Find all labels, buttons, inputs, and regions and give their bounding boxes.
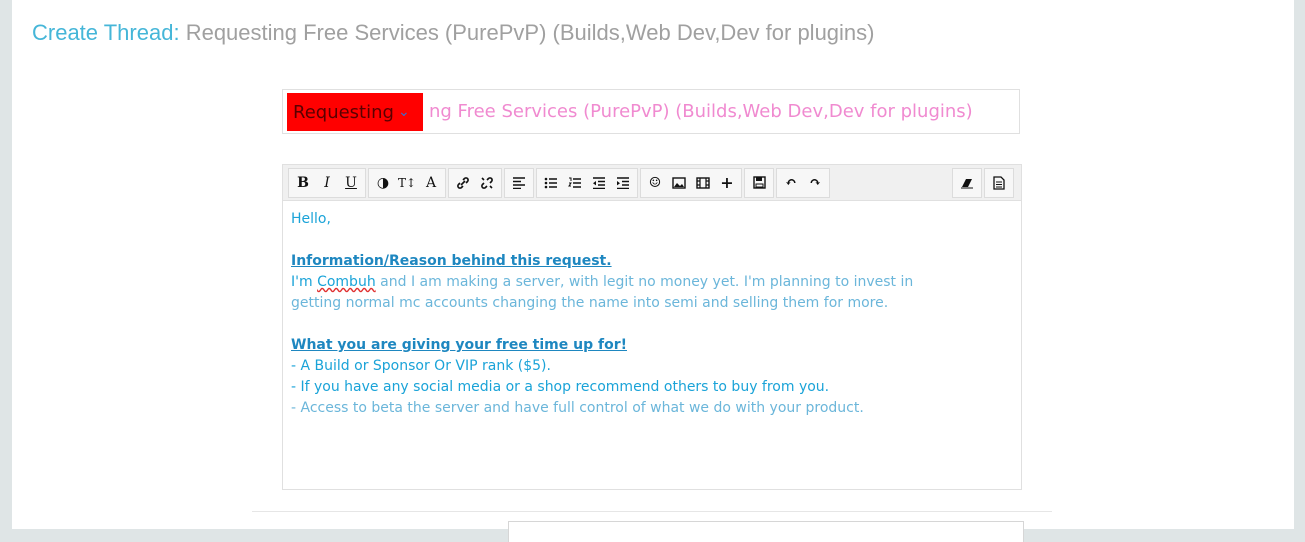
outdent-icon[interactable] <box>587 171 611 195</box>
italic-button[interactable]: I <box>315 171 339 195</box>
chevron-down-icon: ⌄ <box>397 104 410 120</box>
prefix-select-value: Requesting <box>293 101 394 123</box>
misspelled-word: Combuh <box>317 274 376 290</box>
toolbar-group-clear <box>952 167 982 198</box>
numbered-list-icon[interactable] <box>563 171 587 195</box>
undo-icon[interactable]: ↶ <box>779 171 803 195</box>
toolbar-group-insert: ☺ + <box>640 167 742 198</box>
section-divider <box>252 511 1052 512</box>
remove-format-icon[interactable] <box>955 171 979 195</box>
bullet-list-icon[interactable] <box>539 171 563 195</box>
font-family-icon[interactable]: A <box>419 171 443 195</box>
smilie-icon[interactable]: ☺ <box>643 171 667 195</box>
list-item: - Access to beta the server and have ful… <box>291 400 864 416</box>
thread-title-input[interactable]: ng Free Services (PurePvP) (Builds,Web D… <box>429 90 1014 133</box>
toolbar-group-format: B I U <box>288 167 366 198</box>
link-icon[interactable] <box>451 171 475 195</box>
font-size-icon[interactable]: T↕ <box>395 171 419 195</box>
list-item: - A Build or Sponsor Or VIP rank ($5). <box>291 358 551 374</box>
toolbar-group-font: ◑ T↕ A <box>368 167 446 198</box>
media-icon[interactable] <box>691 171 715 195</box>
page-title-thread: Requesting Free Services (PurePvP) (Buil… <box>185 20 875 45</box>
toolbar-group-align <box>504 167 534 198</box>
editor-content[interactable]: Hello, Information/Reason behind this re… <box>283 201 1021 427</box>
message-editor: B I U ◑ T↕ A ☺ + ↶ ↷ Hello, Information/… <box>282 164 1022 490</box>
thread-page: Create Thread: Requesting Free Services … <box>12 0 1294 542</box>
page-title-lead: Create Thread: <box>32 20 180 45</box>
text-color-icon[interactable]: ◑ <box>371 171 395 195</box>
redo-icon[interactable]: ↷ <box>803 171 827 195</box>
save-draft-icon[interactable] <box>747 171 771 195</box>
toolbar-group-source <box>984 167 1014 198</box>
paragraph-line: getting normal mc accounts changing the … <box>291 295 889 311</box>
page-scrollbar[interactable] <box>1294 0 1305 529</box>
section-heading-information: Information/Reason behind this request. <box>291 253 612 269</box>
indent-icon[interactable] <box>611 171 635 195</box>
underline-button[interactable]: U <box>339 171 363 195</box>
toolbar-group-lists <box>536 167 638 198</box>
toolbar-group-history: ↶ ↷ <box>776 167 830 198</box>
toolbar-group-link <box>448 167 502 198</box>
prefix-select[interactable]: Requesting ⌄ <box>287 93 423 131</box>
align-icon[interactable] <box>507 171 531 195</box>
editor-toolbar: B I U ◑ T↕ A ☺ + ↶ ↷ <box>283 165 1021 201</box>
next-input-field[interactable] <box>508 521 1024 542</box>
source-mode-icon[interactable] <box>987 171 1011 195</box>
greeting-line: Hello, <box>291 211 331 227</box>
section-heading-offer: What you are giving your free time up fo… <box>291 337 627 353</box>
image-icon[interactable] <box>667 171 691 195</box>
list-item: - If you have any social media or a shop… <box>291 379 830 395</box>
unlink-icon[interactable] <box>475 171 499 195</box>
toolbar-group-save <box>744 167 774 198</box>
insert-icon[interactable]: + <box>715 171 739 195</box>
paragraph-line: I'm Combuh and I am making a server, wit… <box>291 274 914 290</box>
page-title: Create Thread: Requesting Free Services … <box>32 20 875 46</box>
thread-title-row: Requesting ⌄ ng Free Services (PurePvP) … <box>282 89 1020 134</box>
bold-button[interactable]: B <box>291 171 315 195</box>
